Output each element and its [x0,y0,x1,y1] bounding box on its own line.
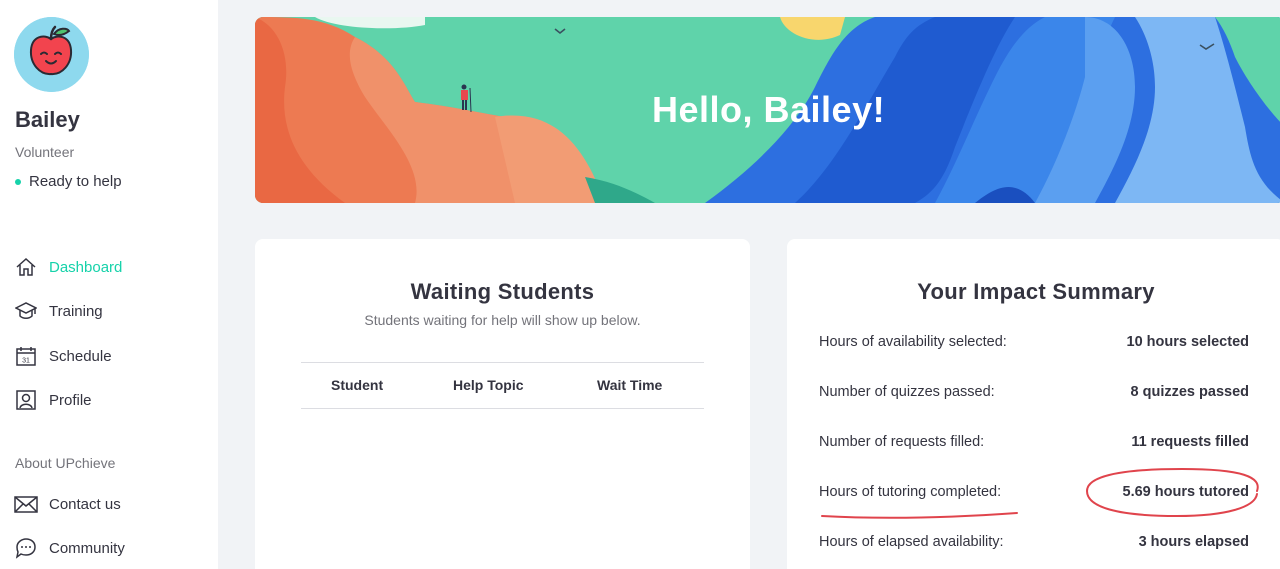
sidebar-item-label: Profile [49,391,92,409]
waiting-students-subtitle: Students waiting for help will show up b… [364,312,641,328]
column-header-student[interactable]: Student [331,377,383,393]
impact-row-label: Hours of tutoring completed: [819,484,1002,500]
sidebar-item-label: Schedule [49,347,112,365]
avatar[interactable] [14,17,89,92]
chat-icon [14,536,38,560]
banner-greeting: Hello, Bailey! [652,89,886,130]
waiting-students-card: Waiting Students Students waiting for he… [255,239,750,569]
column-header-help-topic[interactable]: Help Topic [453,377,524,393]
impact-row-value: 3 hours elapsed [1138,534,1249,550]
impact-summary-card: Your Impact Summary Hours of availabilit… [787,239,1280,569]
svg-text:31: 31 [22,358,30,365]
graduation-cap-icon [14,299,38,323]
status-dot-icon [15,178,21,185]
impact-row-label: Number of quizzes passed: [819,384,995,400]
sidebar-item-community[interactable]: Community [14,536,125,560]
impact-row-label: Hours of availability selected: [819,334,1007,350]
sidebar-item-label: Community [49,539,125,557]
impact-summary-title: Your Impact Summary [917,279,1155,304]
underline-annotation [821,512,1018,519]
impact-row-value: 10 hours selected [1126,334,1250,350]
impact-row-label: Hours of elapsed availability: [819,534,1004,550]
user-role: Volunteer [15,144,75,160]
sidebar-item-label: Training [49,302,103,320]
impact-row-value: 5.69 hours tutored [1122,484,1250,500]
column-header-wait-time[interactable]: Wait Time [597,377,662,393]
calendar-icon: 31 [14,344,38,368]
user-status-label: Ready to help [29,173,122,190]
impact-row-value: 11 requests filled [1131,434,1249,450]
user-status: Ready to help [15,173,122,190]
user-name: Bailey [15,107,80,132]
sidebar-item-label: Dashboard [49,258,123,276]
waiting-students-title: Waiting Students [410,279,595,304]
sidebar-item-profile[interactable]: Profile [14,388,92,412]
profile-icon [14,388,38,412]
sidebar: Bailey Volunteer Ready to help Dashboard… [0,0,218,569]
mail-icon [14,492,38,516]
about-heading: About UPchieve [15,455,116,471]
banner-greeting-wrap: Hello, Bailey! [255,17,1280,203]
impact-row-value: 8 quizzes passed [1130,384,1249,400]
sidebar-item-schedule[interactable]: 31 Schedule [14,344,112,368]
sidebar-item-contact[interactable]: Contact us [14,492,121,516]
impact-row-label: Number of requests filled: [819,434,985,450]
waiting-students-table-header: Student Help Topic Wait Time [301,362,704,409]
sidebar-item-label: Contact us [49,495,121,513]
welcome-banner: Hello, Bailey! [255,17,1280,203]
sidebar-item-training[interactable]: Training [14,299,103,323]
apple-avatar-icon [14,17,89,92]
sidebar-item-dashboard[interactable]: Dashboard [14,255,122,279]
home-icon [14,255,38,279]
